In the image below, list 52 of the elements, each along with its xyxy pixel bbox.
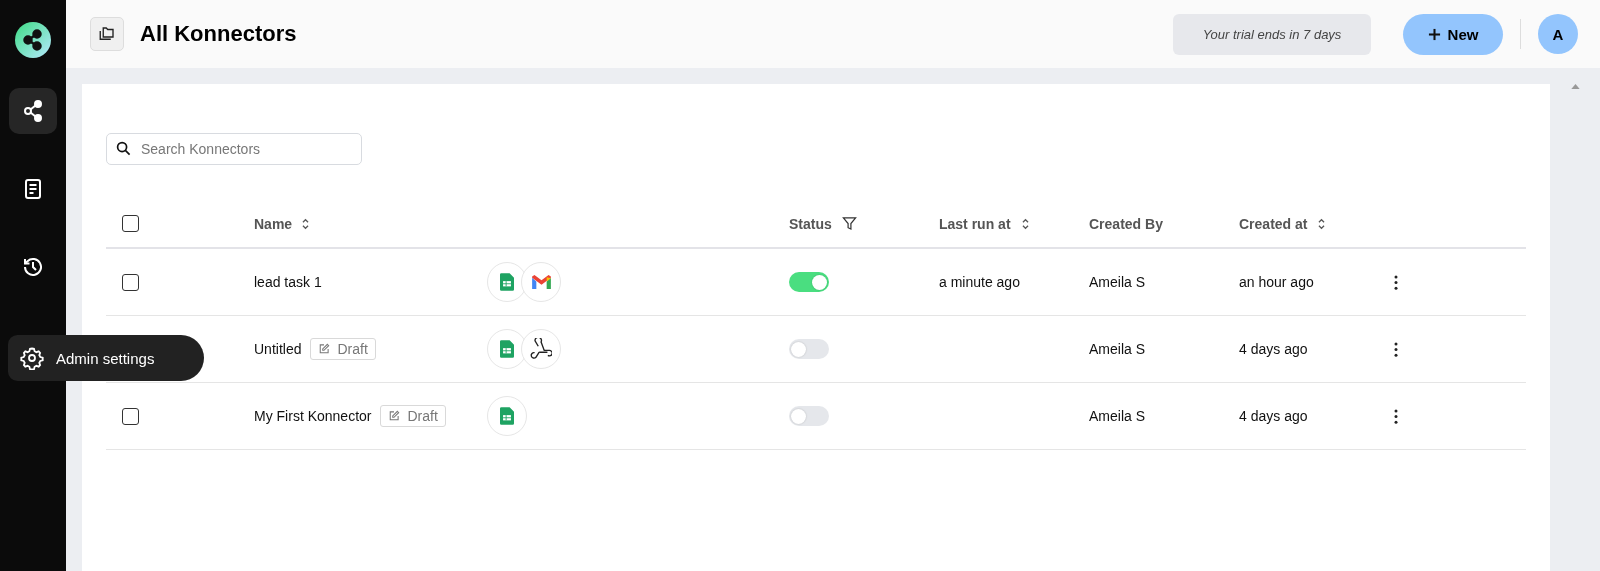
folders-icon: [98, 25, 116, 43]
column-header[interactable]: Name: [254, 215, 293, 232]
page-title: All Konnectors: [140, 21, 297, 47]
edit-icon: [318, 343, 331, 355]
more-icon[interactable]: [1394, 274, 1398, 290]
mail-icon: [531, 274, 551, 290]
status-toggle[interactable]: [789, 339, 829, 359]
column-header[interactable]: Last run at: [939, 215, 1011, 232]
status-toggle[interactable]: [789, 272, 829, 292]
table-cell: 4 days ago: [1239, 408, 1308, 424]
status-toggle[interactable]: [789, 406, 829, 426]
draft-tag: Draft: [310, 338, 376, 360]
table-cell: Ameila S: [1089, 341, 1146, 357]
column-header[interactable]: Created at: [1239, 215, 1308, 232]
search-field[interactable]: Search Konnectors: [106, 133, 362, 165]
edit-icon: [388, 410, 401, 422]
table-cell: an hour ago: [1239, 274, 1314, 290]
nav-item[interactable]: [9, 88, 57, 134]
tooltip-label: Admin settings: [56, 349, 155, 367]
table-cell: Ameila S: [1089, 274, 1146, 290]
column-header[interactable]: Created By: [1089, 215, 1163, 232]
folder-button[interactable]: [90, 17, 124, 51]
plus-icon: [1427, 27, 1441, 41]
more-icon[interactable]: [1394, 408, 1398, 424]
konnector-name[interactable]: Untitled: [254, 341, 302, 357]
admin-settings-tooltip[interactable]: Admin settings: [8, 335, 204, 381]
more-icon[interactable]: [1394, 341, 1398, 357]
checkbox[interactable]: [122, 407, 139, 425]
share-icon: [21, 99, 45, 123]
history-icon: [21, 255, 45, 279]
checkbox[interactable]: [122, 215, 139, 232]
spreadsheet-icon: [500, 407, 514, 425]
filter-icon[interactable]: [841, 216, 857, 231]
table-cell: Ameila S: [1089, 408, 1146, 424]
webhook-icon: [530, 338, 552, 360]
sort-icon[interactable]: [1317, 217, 1327, 230]
table-cell: 4 days ago: [1239, 341, 1308, 357]
draft-tag: Draft: [380, 405, 446, 427]
spreadsheet-icon: [500, 340, 514, 358]
settings-icon: [20, 346, 44, 370]
logo-icon[interactable]: [15, 22, 51, 58]
checkbox[interactable]: [122, 273, 139, 291]
column-header[interactable]: Status: [789, 215, 832, 232]
spreadsheet-icon: [500, 273, 514, 291]
avatar[interactable]: A: [1538, 14, 1578, 54]
konnector-name[interactable]: My First Konnector: [254, 408, 372, 424]
table-cell: a minute ago: [939, 274, 1020, 290]
new-button[interactable]: New: [1403, 13, 1503, 55]
trial-notice: Your trial ends in 7 days: [1173, 13, 1371, 55]
sort-icon[interactable]: [301, 217, 311, 230]
sort-icon[interactable]: [1020, 217, 1030, 230]
konnector-name[interactable]: lead task 1: [254, 274, 322, 290]
